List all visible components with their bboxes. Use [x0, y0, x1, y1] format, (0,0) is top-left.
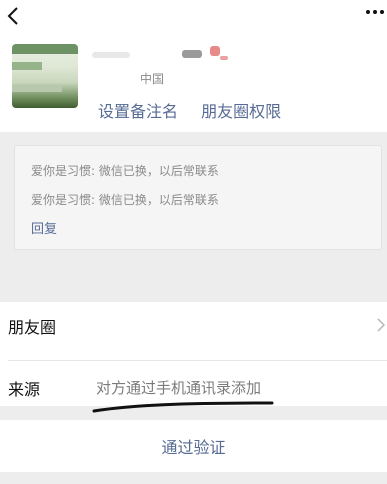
verification-message-card: 爱你是习惯: 微信已换，以后常联系 爱你是习惯: 微信已换，以后常联系 回复 [14, 145, 382, 250]
source-value: 对方通过手机通讯录添加 [96, 379, 262, 397]
moments-label[interactable]: 朋友圈 [8, 314, 56, 338]
back-icon[interactable] [6, 6, 20, 26]
pass-verification-button[interactable]: 通过验证 [0, 420, 387, 472]
message-line: 爱你是习惯: 微信已换，以后常联系 [31, 164, 219, 178]
profile-header: 中国 设置备注名 朋友圈权限 [0, 36, 387, 132]
profile-actions: 设置备注名 朋友圈权限 [98, 98, 299, 122]
source-label: 来源 [8, 380, 41, 399]
moments-permission-button[interactable]: 朋友圈权限 [201, 102, 281, 121]
info-section: 朋友圈 来源 对方通过手机通讯录添加 [0, 302, 387, 406]
top-bar [0, 0, 387, 36]
set-remark-button[interactable]: 设置备注名 [98, 102, 178, 121]
handwritten-underline [92, 401, 274, 413]
region-text: 中国 [140, 72, 165, 86]
divider [8, 360, 387, 361]
more-dots-icon[interactable] [365, 6, 385, 18]
avatar[interactable] [12, 44, 78, 108]
message-line: 爱你是习惯: 微信已换，以后常联系 [31, 193, 219, 207]
chevron-right-icon[interactable] [377, 318, 385, 332]
reply-link[interactable]: 回复 [31, 218, 57, 237]
pass-verification-section: 通过验证 [0, 420, 387, 472]
nickname-redacted [92, 44, 242, 66]
